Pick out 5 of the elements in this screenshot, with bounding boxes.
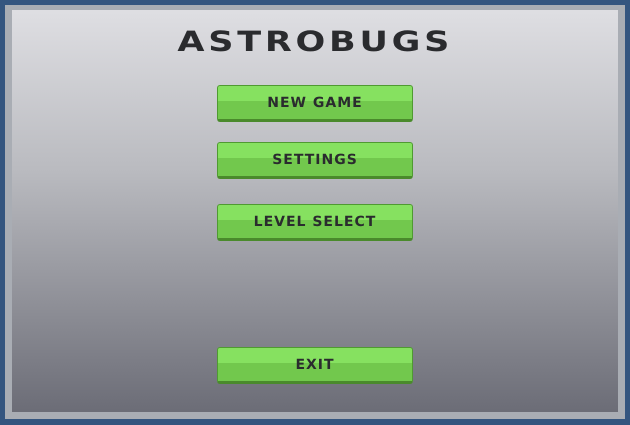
game-title: ASTROBUGS: [177, 26, 453, 58]
exit-button[interactable]: EXIT: [217, 347, 413, 384]
menu-button[interactable]: LEVEL SELECT: [217, 204, 413, 241]
menu-button[interactable]: NEW GAME: [217, 85, 413, 122]
menu-button[interactable]: SETTINGS: [217, 142, 413, 179]
